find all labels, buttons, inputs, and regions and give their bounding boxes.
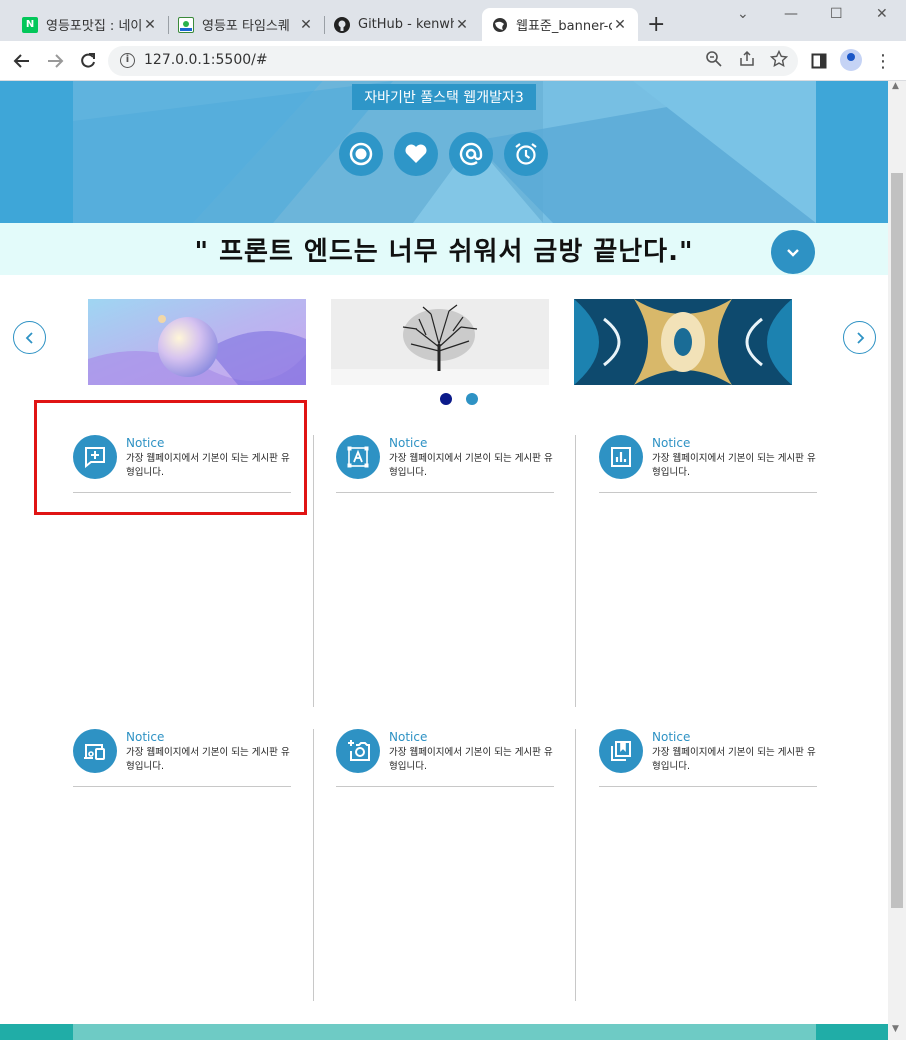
card-divider: [599, 786, 817, 787]
slider-dot-1[interactable]: [440, 393, 452, 405]
side-panel-icon[interactable]: [807, 49, 831, 73]
footer-band-inner: [73, 1024, 816, 1040]
column-divider: [313, 729, 314, 1001]
alarm-icon[interactable]: [504, 132, 548, 176]
card-title[interactable]: Notice: [126, 730, 164, 744]
scroll-down-icon[interactable]: ▼: [892, 1024, 899, 1034]
slide-image-1[interactable]: [88, 299, 306, 385]
map-pin-icon: [178, 16, 194, 33]
browser-tab-1[interactable]: N 영등포맛집 : 네이 ✕: [12, 8, 168, 41]
browser-tab-2[interactable]: 영등포 타임스퀘 ✕: [168, 8, 324, 41]
close-window-icon[interactable]: ✕: [876, 6, 888, 22]
tab-title: GitHub - kenwhe: [358, 17, 454, 32]
card-title[interactable]: Notice: [389, 730, 427, 744]
chevron-left-icon: [25, 331, 33, 344]
back-icon[interactable]: [10, 49, 34, 73]
bookmark-star-icon[interactable]: [769, 49, 789, 72]
browser-tab-3[interactable]: GitHub - kenwhe ✕: [324, 8, 480, 41]
winter-tree-image: [331, 299, 549, 385]
close-tab-icon[interactable]: ✕: [454, 17, 470, 33]
menu-kebab-icon[interactable]: ⋮: [871, 49, 895, 73]
url-text[interactable]: 127.0.0.1:5500/#: [144, 52, 268, 68]
page-viewport: 자바기반 풀스택 웹개발자3 " 프론트 엔드는 너무 쉬워서 금방 끝난다.": [0, 81, 888, 1040]
browser-tab-4[interactable]: 웹표준_banner-c ✕: [482, 8, 638, 41]
quote-band: " 프론트 엔드는 너무 쉬워서 금방 끝난다.": [0, 223, 888, 275]
devices-icon: [73, 729, 117, 773]
heart-icon[interactable]: [394, 132, 438, 176]
column-divider: [313, 435, 314, 707]
scroll-thumb[interactable]: [891, 173, 903, 908]
card-title[interactable]: Notice: [652, 730, 690, 744]
column-divider: [575, 729, 576, 1001]
profile-avatar[interactable]: [840, 49, 862, 71]
slider-next-button[interactable]: [843, 321, 876, 354]
minimize-icon[interactable]: —: [784, 6, 798, 22]
add-camera-icon: [336, 729, 380, 773]
github-icon: [334, 16, 350, 33]
slider-dot-2[interactable]: [466, 393, 478, 405]
card-description: 가장 웹페이지에서 기본이 되는 게시판 유형입니다.: [652, 747, 816, 772]
gradient-spheres-image: [88, 299, 306, 385]
text-frame-icon: [336, 435, 380, 479]
forward-icon[interactable]: [43, 49, 67, 73]
footer-band: [0, 1024, 888, 1040]
new-tab-button[interactable]: +: [647, 12, 665, 37]
card-description: 가장 웹페이지에서 기본이 되는 게시판 유형입니다.: [652, 453, 816, 478]
record-icon[interactable]: [339, 132, 383, 176]
close-tab-icon[interactable]: ✕: [298, 17, 314, 33]
highlight-box: [34, 400, 307, 515]
card-divider: [336, 786, 554, 787]
tab-search-icon[interactable]: ⌄: [737, 6, 749, 22]
kaleidoscope-image: [574, 299, 792, 385]
card-description: 가장 웹페이지에서 기본이 되는 게시판 유형입니다.: [389, 747, 553, 772]
card-title[interactable]: Notice: [389, 436, 427, 450]
scroll-down-button[interactable]: [771, 230, 815, 274]
address-bar[interactable]: i 127.0.0.1:5500/#: [108, 46, 798, 76]
hero-banner: 자바기반 풀스택 웹개발자3: [0, 81, 888, 223]
hero-tagline: 자바기반 풀스택 웹개발자3: [352, 84, 536, 110]
hero-icon-row: [339, 132, 548, 176]
bar-chart-icon: [599, 435, 643, 479]
tab-title: 웹표준_banner-c: [516, 19, 612, 34]
maximize-icon[interactable]: ☐: [830, 6, 843, 22]
zoom-icon[interactable]: [705, 50, 723, 72]
quote-text: " 프론트 엔드는 너무 쉬워서 금방 끝난다.": [194, 237, 694, 267]
slide-image-2[interactable]: [331, 299, 549, 385]
card-title[interactable]: Notice: [652, 436, 690, 450]
card-description: 가장 웹페이지에서 기본이 되는 게시판 유형입니다.: [389, 453, 553, 478]
card-description: 가장 웹페이지에서 기본이 되는 게시판 유형입니다.: [126, 747, 290, 772]
site-info-icon[interactable]: i: [120, 53, 135, 68]
close-tab-icon[interactable]: ✕: [612, 17, 628, 33]
tab-title: 영등포맛집 : 네이: [46, 19, 142, 34]
reload-icon[interactable]: [76, 49, 100, 73]
card-divider: [599, 492, 817, 493]
share-icon[interactable]: [738, 50, 756, 72]
close-tab-icon[interactable]: ✕: [142, 17, 158, 33]
chevron-down-icon: [787, 249, 799, 257]
tab-strip: N 영등포맛집 : 네이 ✕ 영등포 타임스퀘 ✕ GitHub - kenwh…: [0, 0, 906, 41]
chevron-right-icon: [856, 331, 864, 344]
card-divider: [336, 492, 554, 493]
tab-title: 영등포 타임스퀘: [202, 19, 290, 34]
column-divider: [575, 435, 576, 707]
globe-icon: [492, 17, 508, 33]
at-icon[interactable]: [449, 132, 493, 176]
slide-image-3[interactable]: [574, 299, 792, 385]
naver-icon: N: [22, 16, 38, 33]
card-divider: [73, 786, 291, 787]
browser-toolbar: i 127.0.0.1:5500/# ⋮: [0, 41, 906, 81]
page-scrollbar[interactable]: ▲ ▼: [888, 81, 906, 1040]
bookmarks-icon: [599, 729, 643, 773]
slider-prev-button[interactable]: [13, 321, 46, 354]
scroll-up-icon[interactable]: ▲: [892, 81, 899, 91]
